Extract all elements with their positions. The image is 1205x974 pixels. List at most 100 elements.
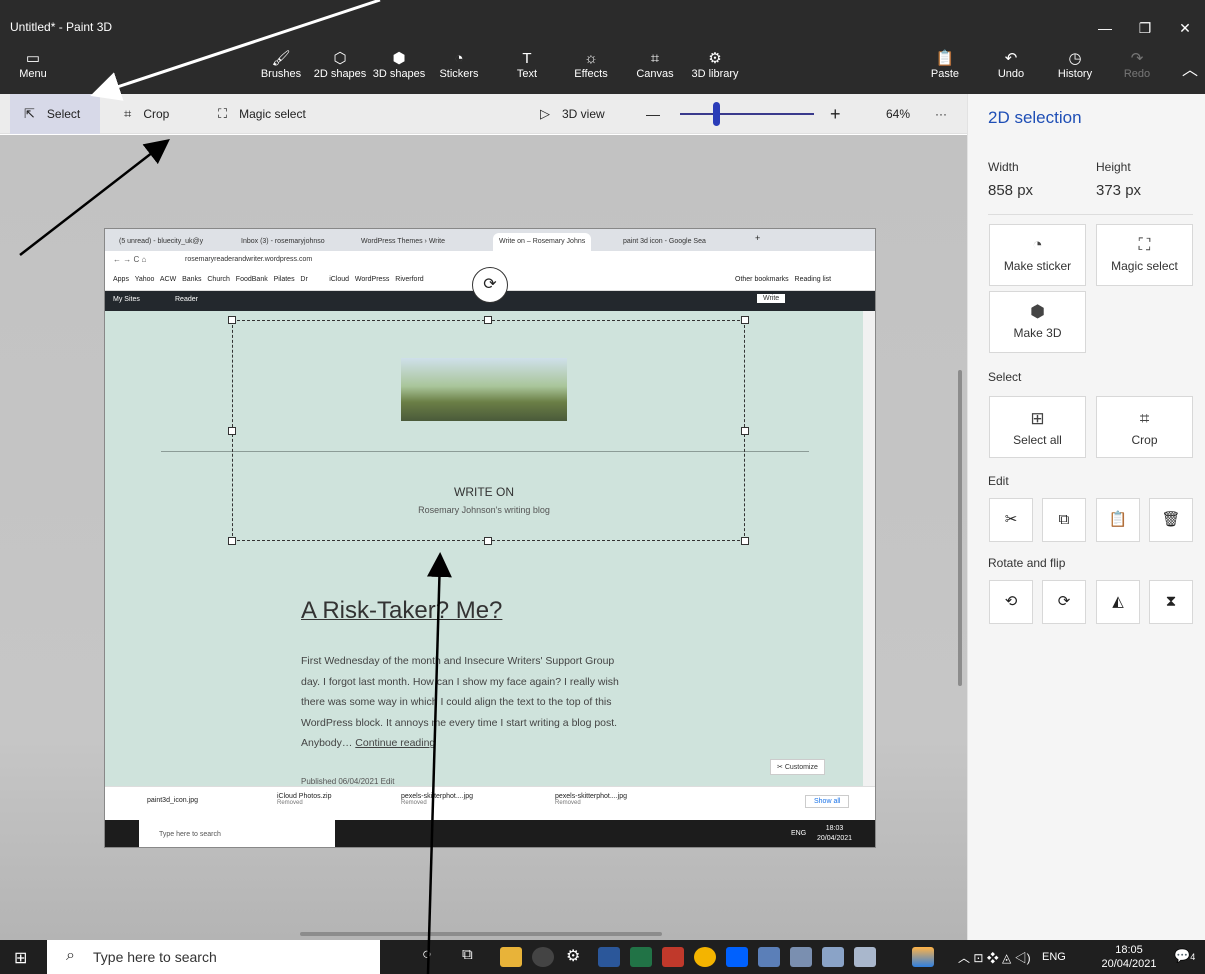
- horizontal-scrollbar[interactable]: [300, 932, 662, 936]
- resize-handle-top[interactable]: [484, 316, 492, 324]
- dell-icon[interactable]: [532, 947, 554, 967]
- 3d-shapes-button[interactable]: ⬢ 3D shapes: [366, 50, 432, 90]
- make-3d-button[interactable]: ⬢ Make 3D: [989, 291, 1086, 353]
- search-icon: ⌕: [66, 947, 75, 964]
- 3d-shapes-icon: ⬢: [392, 50, 406, 67]
- word-icon[interactable]: [598, 947, 620, 967]
- brush-icon: 🖌: [271, 50, 291, 67]
- magic-select-icon: ⛶: [218, 106, 228, 121]
- effects-button[interactable]: ☼ Effects: [558, 50, 624, 90]
- paint-icon[interactable]: [854, 947, 876, 967]
- collapse-ribbon-icon[interactable]: ︿: [1182, 56, 1198, 80]
- browser-scrollbar: [863, 311, 875, 786]
- dropbox-icon[interactable]: [726, 947, 748, 967]
- close-button[interactable]: ✕: [1162, 20, 1205, 42]
- taskbar-search-input[interactable]: Type here to search: [47, 940, 380, 974]
- brushes-button[interactable]: 🖌 Brushes: [248, 50, 314, 90]
- zoom-level[interactable]: 64%: [886, 94, 910, 134]
- resize-handle-left[interactable]: [228, 427, 236, 435]
- panel-crop-button[interactable]: ⌗ Crop: [1096, 396, 1193, 458]
- task-view-icon[interactable]: ⧉: [462, 946, 473, 963]
- file-explorer-icon[interactable]: [500, 947, 522, 967]
- browser-tab: WordPress Themes › Write: [361, 238, 446, 245]
- settings-icon[interactable]: ⚙: [566, 946, 580, 966]
- delete-icon[interactable]: 🗑: [1149, 498, 1193, 542]
- select-all-button[interactable]: ⊞ Select all: [989, 396, 1086, 458]
- post-excerpt: First Wednesday of the month and Insecur…: [301, 655, 619, 749]
- url-text: rosemaryreaderandwriter.wordpress.com: [185, 256, 313, 263]
- make-sticker-button[interactable]: ◔ Make sticker: [989, 224, 1086, 286]
- vertical-scrollbar[interactable]: [958, 370, 962, 686]
- download-item: pexels-skitterphot....jpg Removed: [555, 793, 627, 806]
- 3d-view-toggle[interactable]: ▷ 3D view: [540, 94, 605, 134]
- resize-handle-bottom-left[interactable]: [228, 537, 236, 545]
- folder-icon: ▭: [25, 50, 41, 67]
- canvas-icon: ⌗: [650, 50, 660, 67]
- cortana-icon[interactable]: ○: [422, 946, 432, 964]
- access-icon[interactable]: [662, 947, 684, 967]
- zoom-slider-thumb[interactable]: [713, 102, 721, 126]
- more-options-button[interactable]: ···: [935, 94, 947, 134]
- notepad-icon[interactable]: [758, 947, 780, 967]
- paste-button[interactable]: 📋 Paste: [912, 50, 978, 90]
- height-label: Height: [1096, 160, 1131, 174]
- browser-tab-strip: (5 unread) - bluecity_uk@y Inbox (3) - r…: [105, 229, 875, 251]
- zoom-in-button[interactable]: +: [830, 94, 841, 134]
- paste-icon[interactable]: 📋: [1096, 498, 1140, 542]
- selection-box[interactable]: [232, 320, 745, 541]
- flip-horizontal-icon[interactable]: ◭: [1096, 580, 1140, 624]
- cut-icon[interactable]: ✂: [989, 498, 1033, 542]
- copy-icon[interactable]: ⧉: [1042, 498, 1086, 542]
- height-value[interactable]: 373 px: [1096, 182, 1141, 199]
- windows-start-icon[interactable]: ⊞: [14, 948, 27, 968]
- canvas-button[interactable]: ⌗ Canvas: [622, 50, 688, 90]
- flip-vertical-icon[interactable]: ⧗: [1149, 580, 1193, 624]
- stickers-button[interactable]: ◔ Stickers: [426, 50, 492, 90]
- resize-handle-right[interactable]: [741, 427, 749, 435]
- browser-tab: Inbox (3) - rosemaryjohnso: [241, 238, 325, 245]
- menu-button[interactable]: ▭ Menu: [8, 50, 58, 90]
- continue-reading-link: Continue reading: [355, 737, 436, 749]
- resize-handle-top-right[interactable]: [741, 316, 749, 324]
- rotate-left-icon[interactable]: ⟲: [989, 580, 1033, 624]
- zoom-slider[interactable]: [680, 113, 814, 115]
- download-item: iCloud Photos.zip Removed: [277, 793, 332, 806]
- rotate-handle-icon[interactable]: ⟳: [472, 267, 508, 303]
- cursor-icon: ⇱: [24, 106, 35, 121]
- 3d-library-button[interactable]: ⚙ 3D library: [682, 50, 748, 90]
- inner-lang: ENG: [791, 830, 807, 837]
- text-icon: T: [522, 50, 532, 67]
- photos-icon[interactable]: [822, 947, 844, 967]
- redo-button[interactable]: ↷ Redo: [1104, 50, 1170, 90]
- resize-handle-bottom[interactable]: [484, 537, 492, 545]
- paint-3d-icon[interactable]: [912, 947, 934, 967]
- 2d-shapes-button[interactable]: ⬡ 2D shapes: [307, 50, 373, 90]
- undo-button[interactable]: ↶ Undo: [978, 50, 1044, 90]
- published-date: Published 06/04/2021 Edit: [301, 777, 395, 786]
- inner-clock: 18:03 20/04/2021: [817, 825, 853, 842]
- resize-handle-top-left[interactable]: [228, 316, 236, 324]
- snip-icon[interactable]: [790, 947, 812, 967]
- notifications-icon[interactable]: 💬4: [1174, 948, 1195, 964]
- tool-bar: ⇱ Select ⌗ Crop ⛶ Magic select ▷ 3D view — +…: [0, 94, 967, 134]
- select-tool-button[interactable]: ⇱ Select: [10, 94, 100, 134]
- magic-select-tool-button[interactable]: ⛶ Magic select: [218, 94, 306, 134]
- inner-search: Type here to search: [139, 820, 335, 847]
- system-tray-icons[interactable]: ︿ ⊡ ❖ ◬ ◁): [958, 949, 1031, 966]
- resize-handle-bottom-right[interactable]: [741, 537, 749, 545]
- effects-icon: ☼: [584, 50, 598, 67]
- panel-magic-select-button[interactable]: ⛶ Magic select: [1096, 224, 1193, 286]
- history-button[interactable]: ◷ History: [1042, 50, 1108, 90]
- rotate-right-icon[interactable]: ⟳: [1042, 580, 1086, 624]
- clock[interactable]: 18:05 20/04/2021: [1098, 943, 1160, 971]
- title-bar: Untitled* - Paint 3D — ❐ ✕ ▭ Menu 🖌 Brus…: [0, 0, 1205, 94]
- text-button[interactable]: T Text: [494, 50, 560, 90]
- select-all-icon: ⊞: [1030, 409, 1045, 428]
- language-indicator[interactable]: ENG: [1042, 951, 1066, 963]
- chrome-icon[interactable]: [694, 947, 716, 967]
- width-value[interactable]: 858 px: [988, 182, 1033, 199]
- zoom-out-button[interactable]: —: [646, 94, 660, 134]
- excel-icon[interactable]: [630, 947, 652, 967]
- wp-write-button: Write: [757, 294, 786, 303]
- crop-tool-button[interactable]: ⌗ Crop: [124, 94, 169, 134]
